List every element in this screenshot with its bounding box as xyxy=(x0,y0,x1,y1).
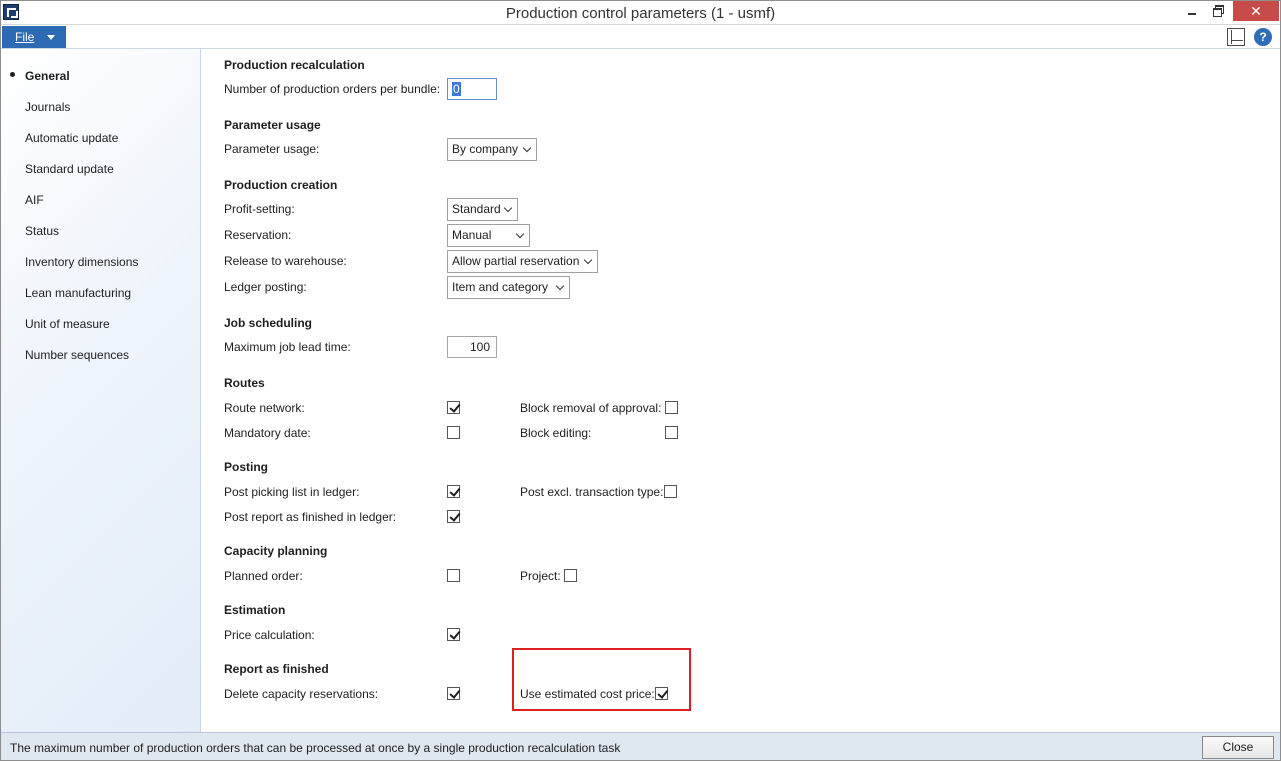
sidebar-item-automatic-update[interactable]: Automatic update xyxy=(25,131,118,145)
window: Production control parameters (1 - usmf)… xyxy=(0,0,1281,761)
delete-capacity-reservations-checkbox[interactable] xyxy=(447,687,460,700)
window-title: Production control parameters (1 - usmf) xyxy=(505,5,776,22)
post-excl-transaction-checkbox[interactable] xyxy=(664,485,677,498)
chevron-down-icon xyxy=(503,203,513,213)
file-menu-button[interactable]: File xyxy=(2,26,66,48)
title-bar: Production control parameters (1 - usmf)… xyxy=(1,1,1280,25)
mandatory-date-checkbox[interactable] xyxy=(447,426,460,439)
sidebar-item-general[interactable]: General xyxy=(25,69,70,83)
block-removal-label: Block removal of approval: xyxy=(520,401,662,415)
active-bullet-icon xyxy=(10,72,15,77)
post-report-finished-checkbox[interactable] xyxy=(447,510,460,523)
block-editing-checkbox[interactable] xyxy=(665,426,678,439)
route-network-checkbox[interactable] xyxy=(447,401,460,414)
help-icon[interactable]: ? xyxy=(1254,28,1272,46)
ledger-posting-value: Item and category xyxy=(452,280,549,294)
chevron-down-icon xyxy=(555,281,565,291)
file-menu-label: File xyxy=(15,30,35,44)
planned-order-label: Planned order: xyxy=(224,569,303,583)
project-label: Project: xyxy=(520,569,561,583)
post-report-finished-label: Post report as finished in ledger: xyxy=(224,510,397,524)
planned-order-checkbox[interactable] xyxy=(447,569,460,582)
profit-setting-label: Profit-setting: xyxy=(224,202,295,216)
chevron-down-icon xyxy=(47,35,55,40)
reservation-value: Manual xyxy=(452,228,492,242)
sidebar-item-journals[interactable]: Journals xyxy=(25,100,70,114)
orders-per-bundle-input[interactable]: 0 xyxy=(447,78,497,100)
sidebar-item-lean-manufacturing[interactable]: Lean manufacturing xyxy=(25,286,131,300)
group-title-estimation: Estimation xyxy=(224,603,286,617)
release-to-warehouse-label: Release to warehouse: xyxy=(224,254,347,268)
close-button[interactable]: Close xyxy=(1202,736,1274,759)
group-title-job-scheduling: Job scheduling xyxy=(224,316,313,330)
sidebar: General Journals Automatic update Standa… xyxy=(1,49,201,732)
post-picking-list-label: Post picking list in ledger: xyxy=(224,485,360,499)
price-calculation-label: Price calculation: xyxy=(224,628,315,642)
post-excl-transaction-label: Post excl. transaction type: xyxy=(520,485,664,499)
group-title-posting: Posting xyxy=(224,460,268,474)
orders-per-bundle-label: Number of production orders per bundle: xyxy=(224,82,441,96)
max-job-lead-time-label: Maximum job lead time: xyxy=(224,340,351,354)
layout-icon[interactable] xyxy=(1227,28,1245,46)
reservation-select[interactable]: Manual xyxy=(447,224,530,247)
parameter-usage-select[interactable]: By company xyxy=(447,138,537,161)
chevron-down-icon xyxy=(522,143,532,153)
project-checkbox[interactable] xyxy=(564,569,577,582)
profit-setting-select[interactable]: Standard xyxy=(447,198,518,221)
minimize-button[interactable] xyxy=(1181,1,1203,21)
chevron-down-icon xyxy=(583,255,593,265)
group-title-production-creation: Production creation xyxy=(224,178,338,192)
status-bar: The maximum number of production orders … xyxy=(1,732,1280,760)
parameter-usage-value: By company xyxy=(452,142,519,156)
close-window-button[interactable]: ✕ xyxy=(1233,1,1279,21)
post-picking-list-checkbox[interactable] xyxy=(447,485,460,498)
delete-capacity-reservations-label: Delete capacity reservations: xyxy=(224,687,379,701)
status-help-text: The maximum number of production orders … xyxy=(10,741,621,755)
release-to-warehouse-value: Allow partial reservation xyxy=(452,254,580,268)
block-editing-label: Block editing: xyxy=(520,426,592,440)
sidebar-item-standard-update[interactable]: Standard update xyxy=(25,162,114,176)
mandatory-date-label: Mandatory date: xyxy=(224,426,311,440)
sidebar-item-unit-of-measure[interactable]: Unit of measure xyxy=(25,317,110,331)
sidebar-item-aif[interactable]: AIF xyxy=(25,193,44,207)
group-title-report-as-finished: Report as finished xyxy=(224,662,329,676)
sidebar-item-status[interactable]: Status xyxy=(25,224,59,238)
highlight-annotation-box xyxy=(512,648,691,711)
sidebar-item-number-sequences[interactable]: Number sequences xyxy=(25,348,129,362)
chevron-down-icon xyxy=(515,229,525,239)
route-network-label: Route network: xyxy=(224,401,305,415)
sidebar-item-inventory-dimensions[interactable]: Inventory dimensions xyxy=(25,255,138,269)
group-title-routes: Routes xyxy=(224,376,265,390)
profit-setting-value: Standard xyxy=(452,202,501,216)
ledger-posting-label: Ledger posting: xyxy=(224,280,307,294)
max-job-lead-time-input[interactable]: 100 xyxy=(447,336,497,358)
group-title-production-recalculation: Production recalculation xyxy=(224,58,365,72)
group-title-capacity-planning: Capacity planning xyxy=(224,544,328,558)
reservation-label: Reservation: xyxy=(224,228,292,242)
ledger-posting-select[interactable]: Item and category xyxy=(447,276,570,299)
group-title-parameter-usage: Parameter usage xyxy=(224,118,321,132)
release-to-warehouse-select[interactable]: Allow partial reservation xyxy=(447,250,598,273)
menu-bar: File ? xyxy=(1,25,1280,49)
parameter-usage-label: Parameter usage: xyxy=(224,142,320,156)
restore-button[interactable] xyxy=(1207,1,1229,21)
orders-per-bundle-value: 0 xyxy=(452,82,461,96)
price-calculation-checkbox[interactable] xyxy=(447,628,460,641)
block-removal-checkbox[interactable] xyxy=(665,401,678,414)
